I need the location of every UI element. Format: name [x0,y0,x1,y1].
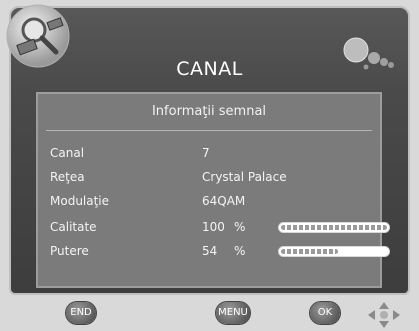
window-title: CANAL [176,58,243,80]
row-channel: Canal 7 [38,146,380,164]
quality-bar [278,222,390,233]
power-bar-fill [281,249,338,254]
row-value: Crystal Palace [202,170,287,184]
row-value: 7 [202,146,210,160]
row-value: 54 [202,244,218,258]
row-value: 100 [202,220,225,234]
direction-pad-icon[interactable] [364,300,404,330]
quality-bar-fill [281,225,387,230]
row-modulation: Modulaţie 64QAM [38,194,380,212]
divider [46,130,372,131]
power-bar [278,246,390,257]
row-label: Calitate [50,220,97,234]
row-label: Canal [50,146,85,160]
row-label: Reţea [50,170,85,184]
row-unit: % [234,244,246,258]
end-button[interactable]: END [66,302,96,324]
row-unit: % [234,220,246,234]
row-quality: Calitate 100 % [38,220,390,238]
remote-button-bar: END MENU OK [0,300,419,330]
row-power: Putere 54 % [38,244,390,262]
row-value: 64QAM [202,194,246,208]
menu-button[interactable]: MENU [216,302,250,324]
signal-info-panel: Informaţii semnal Canal 7 Reţea Crystal … [36,92,390,288]
panel-subtitle: Informaţii semnal [151,104,267,119]
row-network: Reţea Crystal Palace [38,170,380,188]
row-label: Putere [50,244,89,258]
row-label: Modulaţie [50,194,110,208]
ok-button[interactable]: OK [310,302,340,324]
tv-screen: CANAL Informaţii semnal Canal 7 Reţea Cr… [0,0,419,331]
